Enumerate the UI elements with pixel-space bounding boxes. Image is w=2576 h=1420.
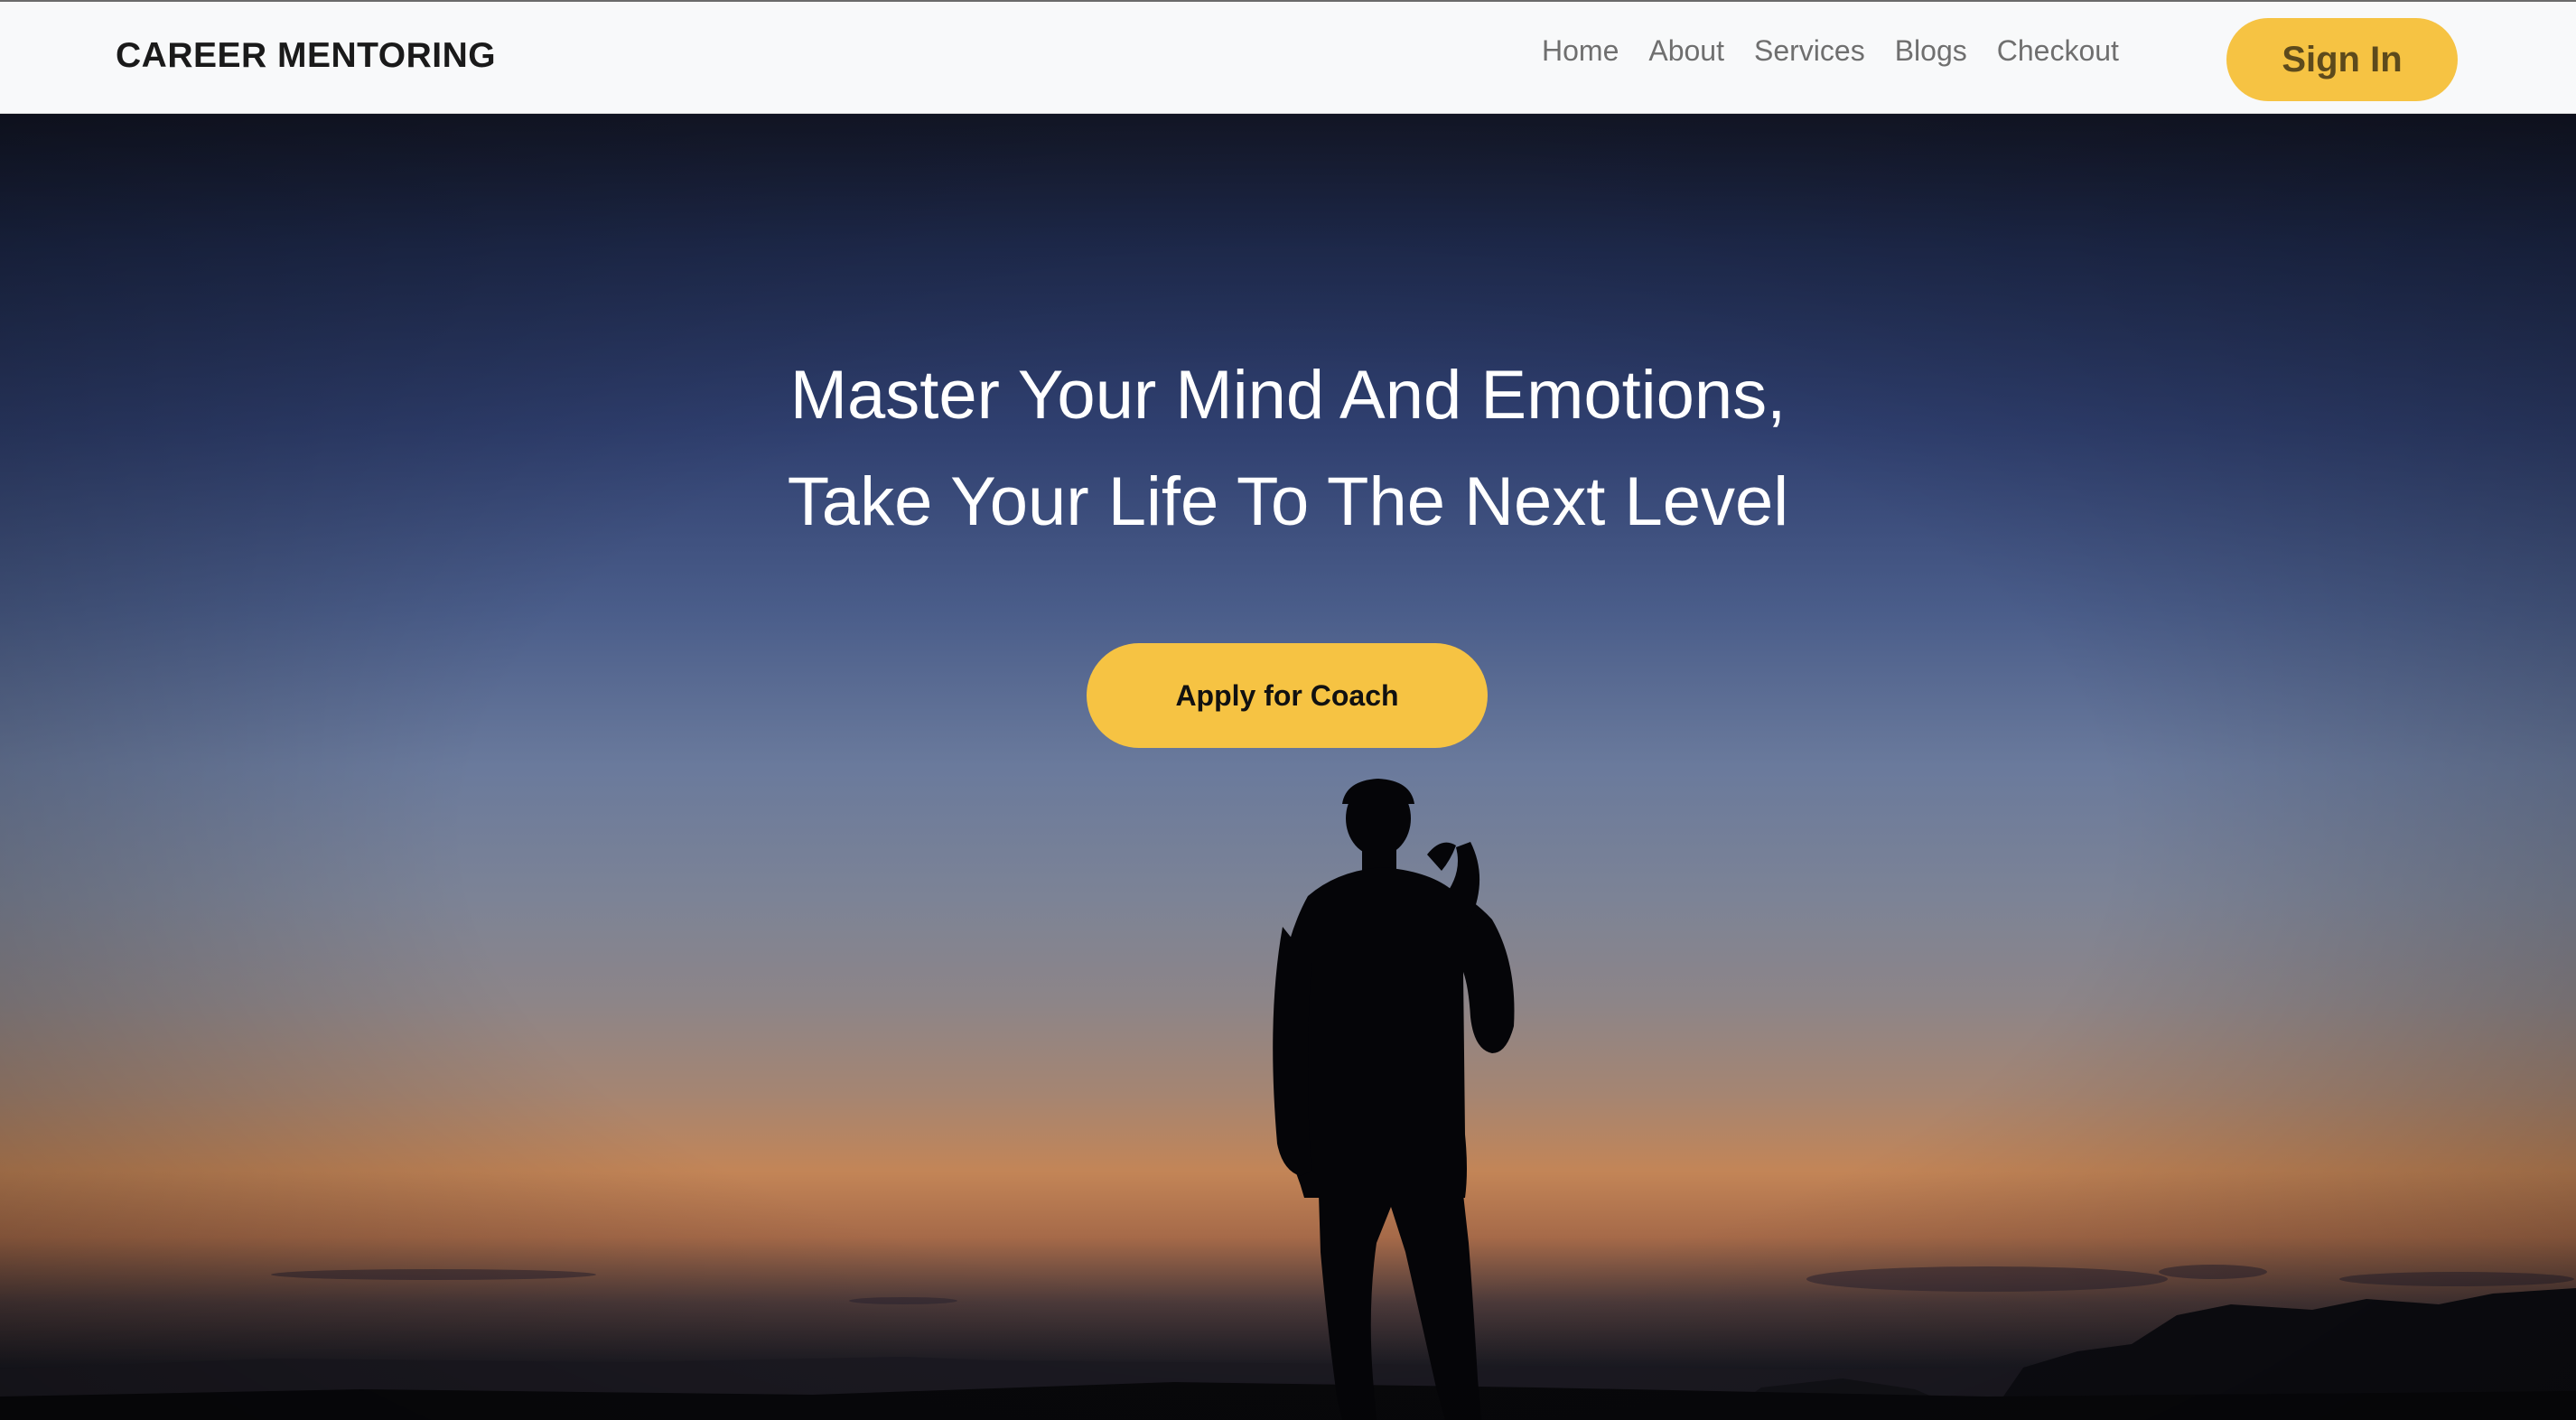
hero-headline-line2: Take Your Life To The Next Level [787,463,1789,540]
nav-link-blogs[interactable]: Blogs [1895,34,1967,68]
navbar: CAREER MENTORING Home About Services Blo… [0,0,2576,114]
sign-in-button[interactable]: Sign In [2226,18,2458,101]
hero-section: Master Your Mind And Emotions, Take Your… [0,114,2576,1420]
hero-vignette [0,114,2576,1420]
nav-link-services[interactable]: Services [1754,34,1865,68]
nav-link-checkout[interactable]: Checkout [1997,34,2119,68]
nav-link-about[interactable]: About [1648,34,1724,68]
nav-links: Home About Services Blogs Checkout [1542,34,2119,68]
hero-headline-line1: Master Your Mind And Emotions, [789,357,1787,434]
apply-for-coach-button[interactable]: Apply for Coach [1087,643,1488,748]
nav-link-home[interactable]: Home [1542,34,1619,68]
brand-logo[interactable]: CAREER MENTORING [116,36,496,76]
